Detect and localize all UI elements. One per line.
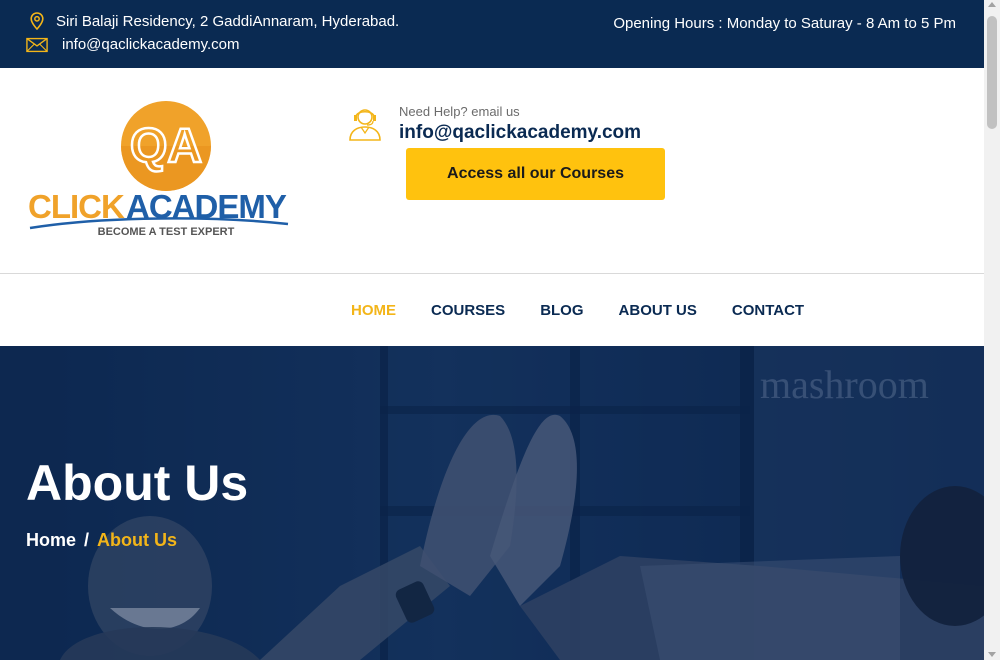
top-info-bar: Siri Balaji Residency, 2 GaddiAnnaram, H… <box>0 0 984 68</box>
nav-item-blog[interactable]: BLOG <box>540 302 583 319</box>
main-nav: HOME COURSES BLOG ABOUT US CONTACT <box>0 275 984 346</box>
opening-hours: Opening Hours : Monday to Saturay - 8 Am… <box>613 15 956 32</box>
nav-item-courses[interactable]: COURSES <box>431 302 505 319</box>
breadcrumb-current: About Us <box>97 530 178 550</box>
envelope-icon <box>26 37 48 53</box>
nav-item-home[interactable]: HOME <box>351 302 396 319</box>
breadcrumb: Home / About Us <box>26 530 177 551</box>
scrollbar-thumb[interactable] <box>987 16 997 129</box>
help-label: Need Help? email us <box>399 104 520 119</box>
breadcrumb-home-link[interactable]: Home <box>26 530 76 551</box>
topbar-email-link[interactable]: info@qaclickacademy.com <box>62 36 240 53</box>
help-email-link[interactable]: info@qaclickacademy.com <box>399 122 641 144</box>
scroll-down-arrow-icon[interactable] <box>988 652 996 657</box>
vertical-scrollbar[interactable] <box>984 0 1000 660</box>
page-title: About Us <box>26 455 249 511</box>
access-courses-button[interactable]: Access all our Courses <box>406 148 665 200</box>
location-pin-icon <box>26 12 48 30</box>
support-agent-icon <box>346 104 384 147</box>
breadcrumb-separator: / <box>84 530 90 550</box>
logo-tagline: BECOME A TEST EXPERT <box>98 226 235 238</box>
nav-item-about-us[interactable]: ABOUT US <box>619 302 697 319</box>
nav-item-contact[interactable]: CONTACT <box>732 302 804 319</box>
address-row: Siri Balaji Residency, 2 GaddiAnnaram, H… <box>26 12 399 30</box>
page: Siri Balaji Residency, 2 GaddiAnnaram, H… <box>0 0 1000 660</box>
page-hero-banner: mashroom About Us Home / About Us <box>0 346 984 660</box>
scroll-up-arrow-icon[interactable] <box>988 2 996 7</box>
site-header: QA CLICK ACADEMY BECOME A TEST EXPERT Ne… <box>0 68 984 274</box>
site-logo[interactable]: QA CLICK ACADEMY BECOME A TEST EXPERT <box>26 98 306 240</box>
email-row: info@qaclickacademy.com <box>26 36 240 53</box>
address-text: Siri Balaji Residency, 2 GaddiAnnaram, H… <box>56 12 400 30</box>
logo-monogram: QA <box>130 120 202 173</box>
